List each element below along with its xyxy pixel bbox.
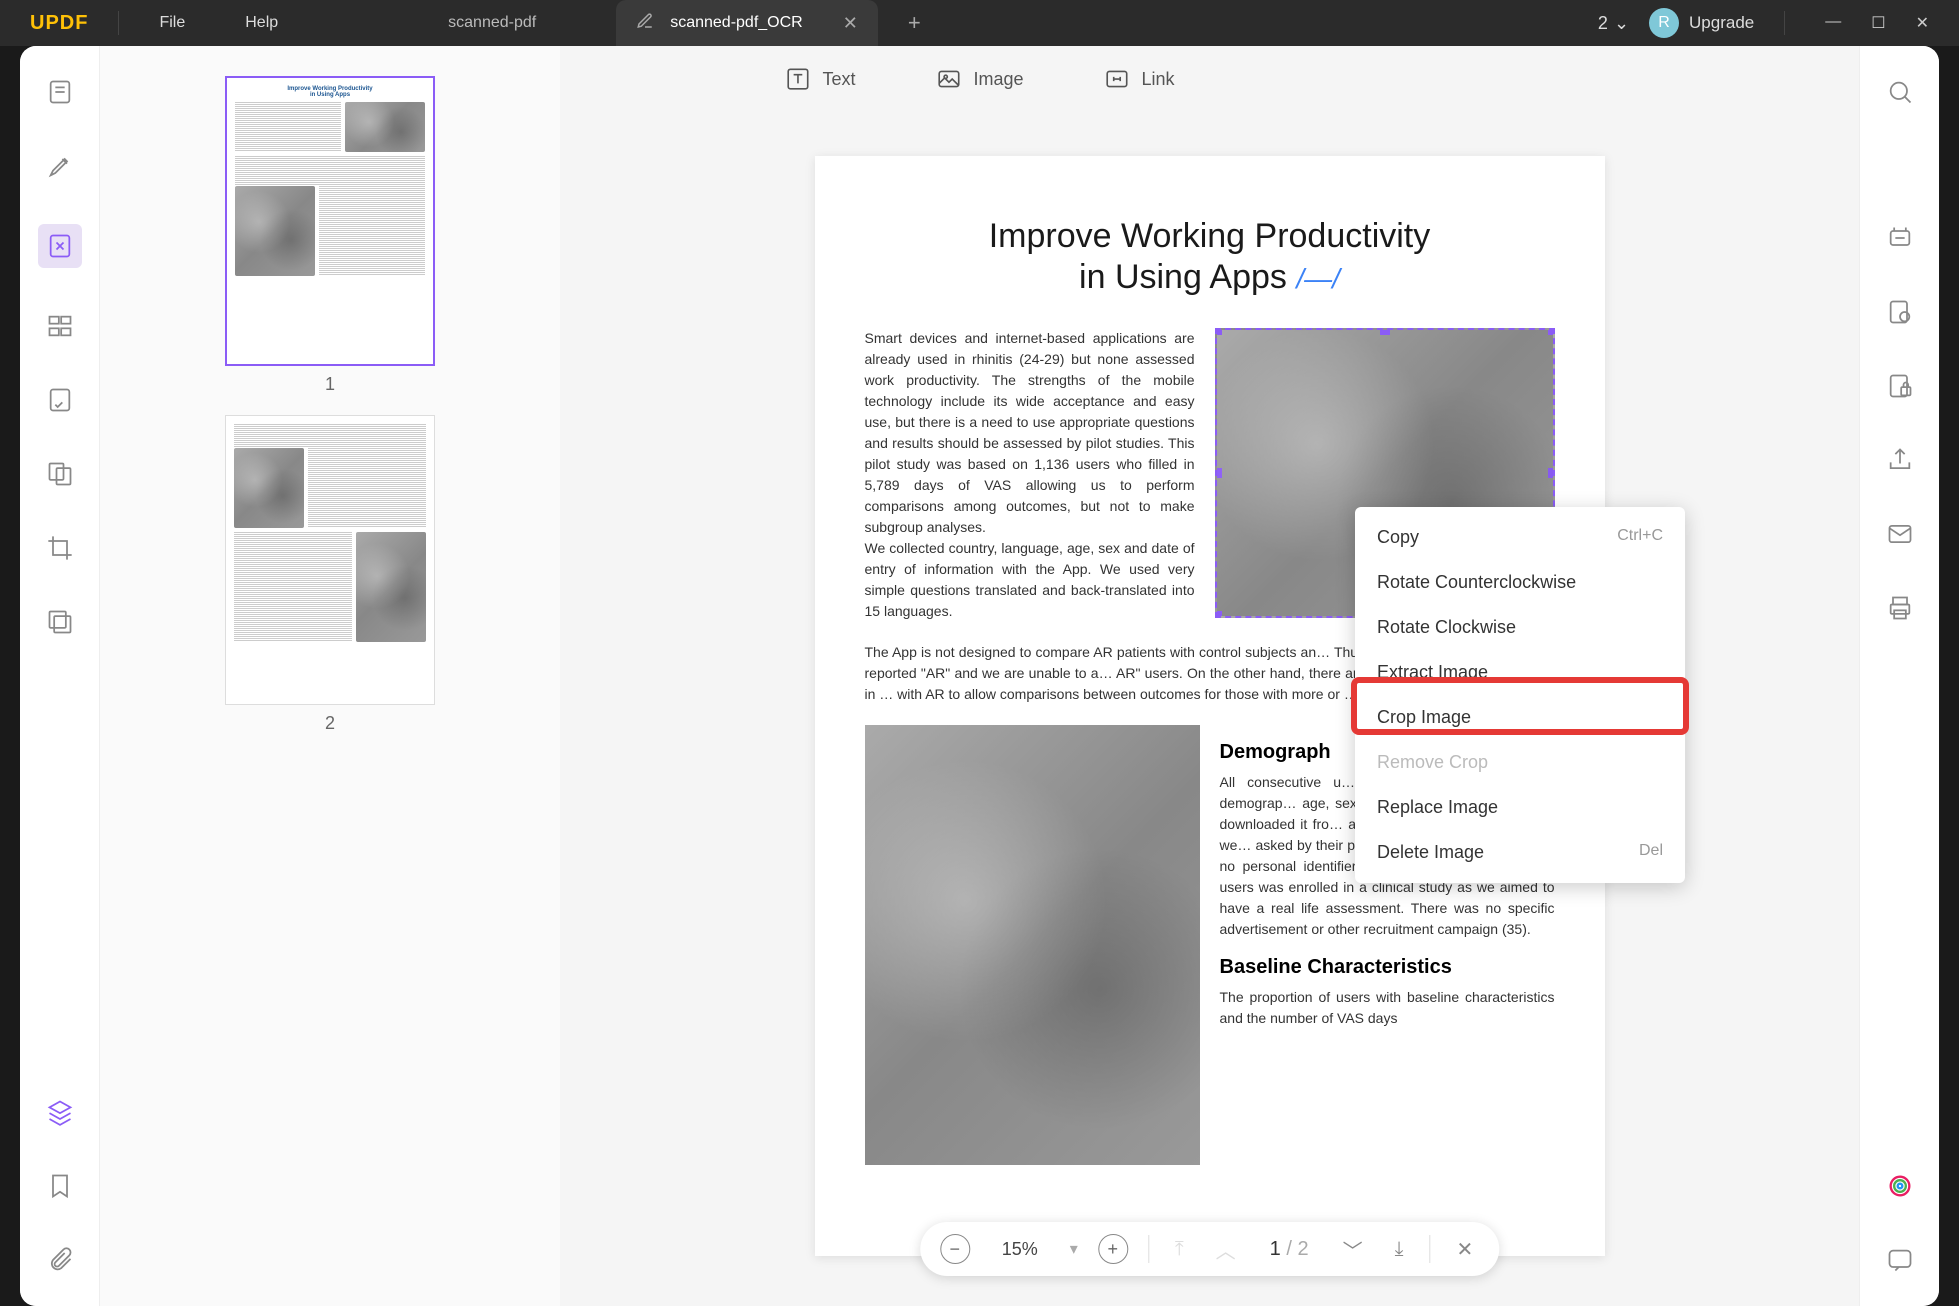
edit-link-label: Link: [1142, 69, 1175, 90]
app-logo: UPDF: [0, 12, 108, 35]
reader-icon[interactable]: [44, 76, 76, 108]
organize-icon[interactable]: [44, 310, 76, 342]
zoom-value[interactable]: 15%: [990, 1239, 1050, 1260]
email-icon[interactable]: [1884, 518, 1916, 550]
paragraph[interactable]: The proportion of users with baseline ch…: [1220, 987, 1555, 1029]
heading[interactable]: Baseline Characteristics: [1220, 956, 1555, 979]
form-icon[interactable]: [44, 384, 76, 416]
crop-page-icon[interactable]: [44, 532, 76, 564]
tab-label: scanned-pdf_OCR: [670, 14, 803, 32]
tab-count-value: 2: [1598, 13, 1608, 34]
chevron-down-icon: ⌄: [1614, 13, 1629, 34]
upgrade[interactable]: R Upgrade: [1649, 8, 1754, 38]
paragraph[interactable]: Smart devices and internet-based applica…: [865, 328, 1195, 538]
avatar: R: [1649, 8, 1679, 38]
right-toolbar: [1859, 46, 1939, 1306]
thumbnail-label: 2: [225, 713, 435, 734]
ai-icon[interactable]: [1884, 1170, 1916, 1202]
tab-inactive[interactable]: scanned-pdf: [388, 14, 596, 32]
search-icon[interactable]: [1884, 76, 1916, 108]
document-image[interactable]: [865, 725, 1200, 1165]
zoom-in-button[interactable]: +: [1098, 1234, 1128, 1264]
ctx-replace-image[interactable]: Replace Image: [1355, 785, 1685, 830]
encrypt-icon[interactable]: [1884, 370, 1916, 402]
thumbnail-1[interactable]: Improve Working Productivityin Using App…: [225, 76, 435, 395]
paragraph[interactable]: We collected country, language, age, sex…: [865, 538, 1195, 622]
context-menu: CopyCtrl+C Rotate Counterclockwise Rotat…: [1355, 507, 1685, 883]
close-zoombar-icon[interactable]: ✕: [1450, 1237, 1479, 1262]
edit-text-tool[interactable]: Text: [784, 66, 855, 92]
ctx-copy[interactable]: CopyCtrl+C: [1355, 515, 1685, 560]
menu-help[interactable]: Help: [215, 14, 308, 32]
ctx-delete-image[interactable]: Delete ImageDel: [1355, 830, 1685, 875]
first-page-icon[interactable]: ⤒: [1169, 1238, 1190, 1261]
thumbnail-2[interactable]: 2: [225, 415, 435, 734]
tab-count[interactable]: 2 ⌄: [1598, 13, 1629, 34]
thumbnail-panel: Improve Working Productivityin Using App…: [100, 46, 560, 1306]
edit-image-tool[interactable]: Image: [935, 66, 1023, 92]
window-controls: — ☐ ✕: [1795, 13, 1959, 33]
edit-text-label: Text: [822, 69, 855, 90]
ctx-rotate-ccw[interactable]: Rotate Counterclockwise: [1355, 560, 1685, 605]
ctx-rotate-cw[interactable]: Rotate Clockwise: [1355, 605, 1685, 650]
ctx-extract-image[interactable]: Extract Image: [1355, 650, 1685, 695]
pencil-icon: [636, 12, 654, 35]
zoom-out-button[interactable]: −: [940, 1234, 970, 1264]
thumbnail-label: 1: [225, 374, 435, 395]
compare-icon[interactable]: [44, 458, 76, 490]
page-indicator[interactable]: 1 / 2: [1262, 1238, 1317, 1261]
ctx-remove-crop: Remove Crop: [1355, 740, 1685, 785]
separator: [118, 11, 119, 35]
bookmark-icon[interactable]: [44, 1170, 76, 1202]
minimize-icon[interactable]: —: [1825, 13, 1841, 33]
last-page-icon[interactable]: ⤓: [1389, 1238, 1410, 1261]
close-window-icon[interactable]: ✕: [1916, 13, 1929, 33]
highlight-icon[interactable]: [44, 150, 76, 182]
page-title: Improve Working Productivity in Using Ap…: [865, 216, 1555, 298]
edit-link-tool[interactable]: Link: [1104, 66, 1175, 92]
edit-toolbar: Text Image Link: [784, 66, 1174, 92]
ocr-icon[interactable]: [1884, 222, 1916, 254]
tab-active[interactable]: scanned-pdf_OCR ✕: [616, 0, 878, 46]
share-icon[interactable]: [1884, 444, 1916, 476]
print-icon[interactable]: [1884, 592, 1916, 624]
zoom-bar: − 15% ▾ + ⤒ ︿ 1 / 2 ﹀ ⤓ ✕: [920, 1222, 1499, 1276]
layers-icon[interactable]: [44, 1096, 76, 1128]
upgrade-label: Upgrade: [1689, 13, 1754, 33]
left-toolbar: [20, 46, 100, 1306]
attachment-icon[interactable]: [44, 1244, 76, 1276]
redact-icon[interactable]: [44, 606, 76, 638]
close-icon[interactable]: ✕: [843, 13, 858, 34]
ctx-crop-image[interactable]: Crop Image: [1355, 695, 1685, 740]
protect-icon[interactable]: [1884, 296, 1916, 328]
titlebar-right: 2 ⌄ R Upgrade — ☐ ✕: [1598, 8, 1959, 38]
zoom-dropdown-icon[interactable]: ▾: [1070, 1239, 1078, 1259]
edit-icon[interactable]: [38, 224, 82, 268]
prev-page-icon[interactable]: ︿: [1210, 1235, 1242, 1264]
menu-file[interactable]: File: [129, 14, 215, 32]
separator: [1784, 11, 1785, 35]
titlebar: UPDF File Help scanned-pdf scanned-pdf_O…: [0, 0, 1959, 46]
chat-icon[interactable]: [1884, 1244, 1916, 1276]
add-tab-icon[interactable]: +: [908, 10, 921, 36]
edit-image-label: Image: [973, 69, 1023, 90]
maximize-icon[interactable]: ☐: [1871, 13, 1885, 33]
next-page-icon[interactable]: ﹀: [1337, 1235, 1369, 1264]
